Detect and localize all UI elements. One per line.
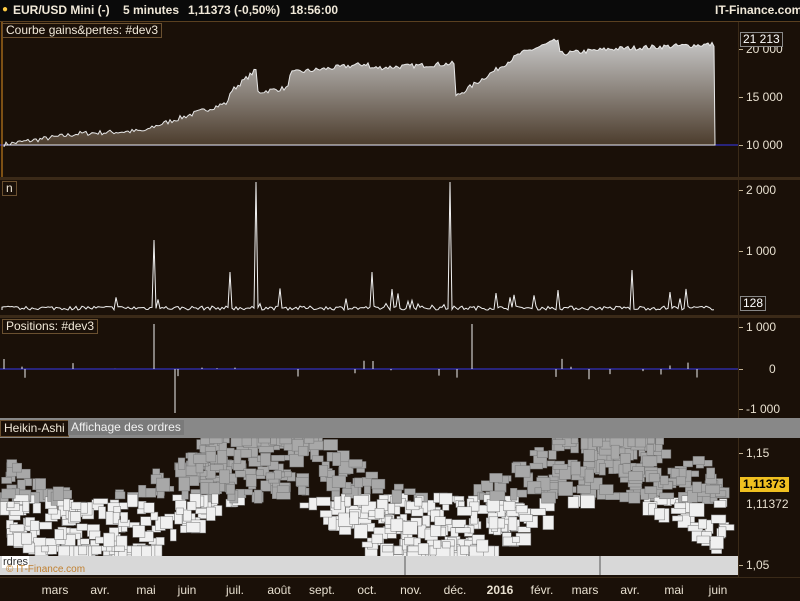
equity-label: Courbe gains&pertes: #dev3 bbox=[2, 23, 163, 38]
info-icon[interactable]: ● bbox=[2, 4, 8, 15]
positions-series bbox=[0, 324, 738, 413]
month-label: nov. bbox=[400, 583, 422, 597]
n-pane[interactable]: n bbox=[0, 180, 738, 315]
equity-curve bbox=[0, 22, 738, 177]
watermark: © IT-Finance.com bbox=[6, 564, 86, 575]
month-label: avr. bbox=[90, 583, 110, 597]
current-time: 18:56:00 bbox=[290, 3, 339, 17]
positions-axis: 1 000 0 -1 000 bbox=[738, 318, 800, 418]
month-label: juin bbox=[177, 583, 197, 597]
month-label: sept. bbox=[308, 583, 336, 597]
positions-label: Positions: #dev3 bbox=[2, 319, 99, 334]
last-price: 1,11373 (-0,50%) bbox=[188, 3, 281, 17]
month-label: févr. bbox=[530, 583, 554, 597]
month-label: oct. bbox=[357, 583, 377, 597]
tick-label: 2 000 bbox=[746, 183, 777, 197]
month-label: mars bbox=[571, 583, 599, 597]
tab-heikin-ashi[interactable]: Heikin-Ashi bbox=[0, 420, 69, 437]
month-label: juin bbox=[708, 583, 728, 597]
n-series bbox=[1, 181, 715, 312]
top-bar: ● EUR/USD Mini (-) 5 minutes 1,11373 (-0… bbox=[0, 0, 800, 22]
tick-label: -1 000 bbox=[746, 402, 781, 416]
current-price-box: 1,11373 bbox=[740, 477, 789, 492]
tick-label: 0 bbox=[769, 362, 776, 376]
price-axis: 1,15 1,11373 1,11372 1,05 bbox=[738, 438, 800, 577]
tick-label: 10 000 bbox=[746, 138, 783, 152]
equity-axis: 20 000 15 000 10 000 21 213 bbox=[738, 22, 800, 177]
n-current-value: 128 bbox=[740, 296, 767, 311]
month-label: août bbox=[267, 583, 291, 597]
tick-label: 1,05 bbox=[746, 558, 770, 572]
tick-label: 1 000 bbox=[746, 320, 777, 334]
tick-label: 15 000 bbox=[746, 90, 783, 104]
equity-area bbox=[3, 38, 716, 147]
n-axis: 2 000 1 000 128 bbox=[738, 180, 800, 315]
tab-order-display[interactable]: Affichage des ordres bbox=[68, 420, 184, 435]
price-tab-bar: Heikin-Ashi Affichage des ordres bbox=[0, 418, 800, 438]
time-axis[interactable]: mars avr. mai juin juil. août sept. oct.… bbox=[0, 577, 800, 601]
brand-label: IT-Finance.com bbox=[715, 3, 800, 17]
month-label: mai bbox=[136, 583, 156, 597]
tick-label: 1,15 bbox=[746, 446, 770, 460]
secondary-price: 1,11372 bbox=[746, 497, 789, 511]
heikin-ashi-chart bbox=[0, 438, 738, 577]
positions-pane[interactable]: Positions: #dev3 bbox=[0, 318, 738, 418]
month-label: juil. bbox=[225, 583, 245, 597]
year-label: 2016 bbox=[486, 583, 514, 597]
instrument-name[interactable]: EUR/USD Mini (-) bbox=[13, 3, 110, 17]
month-label: déc. bbox=[443, 583, 467, 597]
month-label: mars bbox=[41, 583, 69, 597]
tick-label: 1 000 bbox=[746, 244, 777, 258]
equity-current-value: 21 213 bbox=[740, 32, 783, 47]
month-label: mai bbox=[664, 583, 684, 597]
month-label: avr. bbox=[620, 583, 640, 597]
n-label: n bbox=[2, 181, 17, 196]
equity-pane[interactable]: Courbe gains&pertes: #dev3 bbox=[0, 22, 738, 177]
price-pane[interactable]: rdres © IT-Finance.com bbox=[0, 438, 738, 577]
timeframe[interactable]: 5 minutes bbox=[123, 3, 179, 17]
